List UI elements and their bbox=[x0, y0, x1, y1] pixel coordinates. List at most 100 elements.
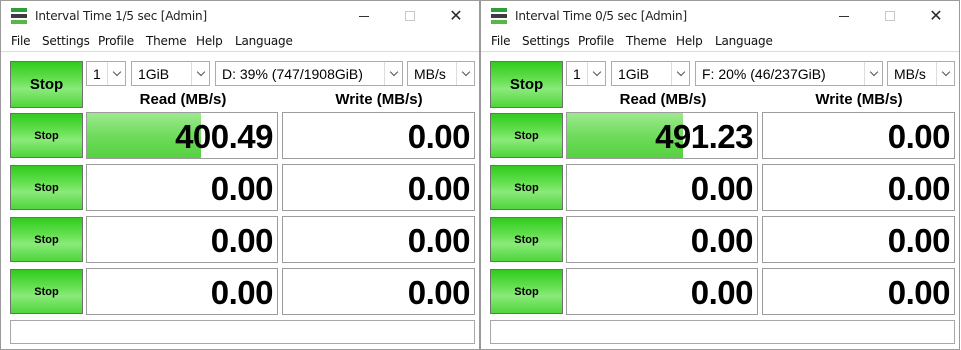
write-value: 0.00 bbox=[887, 118, 951, 155]
chevron-down-icon bbox=[456, 62, 474, 85]
read-value: 400.49 bbox=[175, 118, 273, 155]
chevron-down-icon bbox=[671, 62, 689, 85]
read-value: 0.00 bbox=[690, 274, 754, 311]
menu-file[interactable]: File bbox=[11, 34, 30, 48]
menu-bar: File Settings Profile Theme Help Languag… bbox=[481, 32, 959, 52]
maximize-button[interactable] bbox=[387, 1, 433, 31]
test-size-value: 1GiB bbox=[138, 66, 170, 82]
write-value: 0.00 bbox=[887, 274, 951, 311]
close-icon: ✕ bbox=[929, 6, 943, 25]
read-value: 0.00 bbox=[210, 274, 274, 311]
test-count-select[interactable]: 1 bbox=[86, 61, 126, 86]
read-value: 0.00 bbox=[210, 170, 274, 207]
write-value: 0.00 bbox=[407, 118, 471, 155]
menu-settings[interactable]: Settings bbox=[42, 34, 90, 48]
comment-field[interactable] bbox=[10, 320, 475, 344]
menu-help[interactable]: Help bbox=[676, 34, 703, 48]
menu-help[interactable]: Help bbox=[196, 34, 223, 48]
maximize-icon bbox=[405, 11, 415, 21]
menu-profile[interactable]: Profile bbox=[578, 34, 614, 48]
chevron-down-icon bbox=[107, 62, 125, 85]
title-bar[interactable]: Interval Time 1/5 sec [Admin] ✕ bbox=[1, 1, 479, 32]
write-meter: 0.00 bbox=[282, 216, 475, 263]
test-count-value: 1 bbox=[93, 66, 101, 82]
read-value: 491.23 bbox=[655, 118, 753, 155]
menu-theme[interactable]: Theme bbox=[146, 34, 187, 48]
menu-language[interactable]: Language bbox=[715, 34, 773, 48]
read-meter: 0.00 bbox=[86, 268, 278, 315]
write-value: 0.00 bbox=[887, 170, 951, 207]
drive-select[interactable]: D: 39% (747/1908GiB) bbox=[215, 61, 403, 86]
test-size-select[interactable]: 1GiB bbox=[131, 61, 210, 86]
menu-language[interactable]: Language bbox=[235, 34, 293, 48]
title-bar[interactable]: Interval Time 0/5 sec [Admin] ✕ bbox=[481, 1, 959, 32]
chevron-down-icon bbox=[191, 62, 209, 85]
menu-profile[interactable]: Profile bbox=[98, 34, 134, 48]
menu-file[interactable]: File bbox=[491, 34, 510, 48]
write-value: 0.00 bbox=[407, 274, 471, 311]
minimize-button[interactable] bbox=[821, 1, 867, 31]
write-column-header: Write (MB/s) bbox=[335, 91, 423, 108]
drive-value: F: 20% (46/237GiB) bbox=[702, 66, 826, 82]
test-count-select[interactable]: 1 bbox=[566, 61, 606, 86]
stop-rnd2-button[interactable]: Stop bbox=[10, 269, 83, 314]
read-meter: 491.23 bbox=[566, 112, 758, 159]
read-value: 0.00 bbox=[690, 222, 754, 259]
chevron-down-icon bbox=[936, 62, 954, 85]
close-button[interactable]: ✕ bbox=[913, 1, 959, 31]
write-meter: 0.00 bbox=[282, 268, 475, 315]
stop-seq2-button[interactable]: Stop bbox=[10, 165, 83, 210]
read-value: 0.00 bbox=[690, 170, 754, 207]
drive-value: D: 39% (747/1908GiB) bbox=[222, 66, 363, 82]
chevron-down-icon bbox=[587, 62, 605, 85]
app-icon bbox=[491, 8, 507, 24]
maximize-button[interactable] bbox=[867, 1, 913, 31]
read-meter: 0.00 bbox=[566, 268, 758, 315]
close-button[interactable]: ✕ bbox=[433, 1, 479, 31]
stop-seq1-button[interactable]: Stop bbox=[490, 113, 563, 158]
chevron-down-icon bbox=[384, 62, 402, 85]
write-meter: 0.00 bbox=[282, 164, 475, 211]
test-count-value: 1 bbox=[573, 66, 581, 82]
stop-rnd2-button[interactable]: Stop bbox=[490, 269, 563, 314]
menu-theme[interactable]: Theme bbox=[626, 34, 667, 48]
write-value: 0.00 bbox=[407, 170, 471, 207]
minimize-button[interactable] bbox=[341, 1, 387, 31]
window-title: Interval Time 0/5 sec [Admin] bbox=[515, 9, 687, 23]
read-column-header: Read (MB/s) bbox=[139, 91, 227, 108]
write-meter: 0.00 bbox=[282, 112, 475, 159]
unit-value: MB/s bbox=[414, 66, 446, 82]
write-meter: 0.00 bbox=[762, 112, 955, 159]
window-right: Interval Time 0/5 sec [Admin] ✕ File Set… bbox=[480, 0, 960, 350]
window-left: Interval Time 1/5 sec [Admin] ✕ File Set… bbox=[0, 0, 480, 350]
comment-field[interactable] bbox=[490, 320, 955, 344]
read-column-header: Read (MB/s) bbox=[619, 91, 707, 108]
stop-rnd1-button[interactable]: Stop bbox=[490, 217, 563, 262]
read-meter: 0.00 bbox=[86, 164, 278, 211]
read-meter: 0.00 bbox=[86, 216, 278, 263]
maximize-icon bbox=[885, 11, 895, 21]
stop-seq1-button[interactable]: Stop bbox=[10, 113, 83, 158]
unit-value: MB/s bbox=[894, 66, 926, 82]
menu-settings[interactable]: Settings bbox=[522, 34, 570, 48]
menu-bar: File Settings Profile Theme Help Languag… bbox=[1, 32, 479, 52]
read-meter: 400.49 bbox=[86, 112, 278, 159]
read-meter: 0.00 bbox=[566, 164, 758, 211]
unit-select[interactable]: MB/s bbox=[887, 61, 955, 86]
stop-all-button[interactable]: Stop bbox=[10, 61, 83, 108]
stop-rnd1-button[interactable]: Stop bbox=[10, 217, 83, 262]
read-meter: 0.00 bbox=[566, 216, 758, 263]
chevron-down-icon bbox=[864, 62, 882, 85]
read-value: 0.00 bbox=[210, 222, 274, 259]
stop-seq2-button[interactable]: Stop bbox=[490, 165, 563, 210]
test-size-select[interactable]: 1GiB bbox=[611, 61, 690, 86]
stop-all-button[interactable]: Stop bbox=[490, 61, 563, 108]
drive-select[interactable]: F: 20% (46/237GiB) bbox=[695, 61, 883, 86]
write-meter: 0.00 bbox=[762, 216, 955, 263]
app-icon bbox=[11, 8, 27, 24]
write-meter: 0.00 bbox=[762, 164, 955, 211]
write-value: 0.00 bbox=[407, 222, 471, 259]
minimize-icon bbox=[359, 15, 369, 17]
write-meter: 0.00 bbox=[762, 268, 955, 315]
unit-select[interactable]: MB/s bbox=[407, 61, 475, 86]
